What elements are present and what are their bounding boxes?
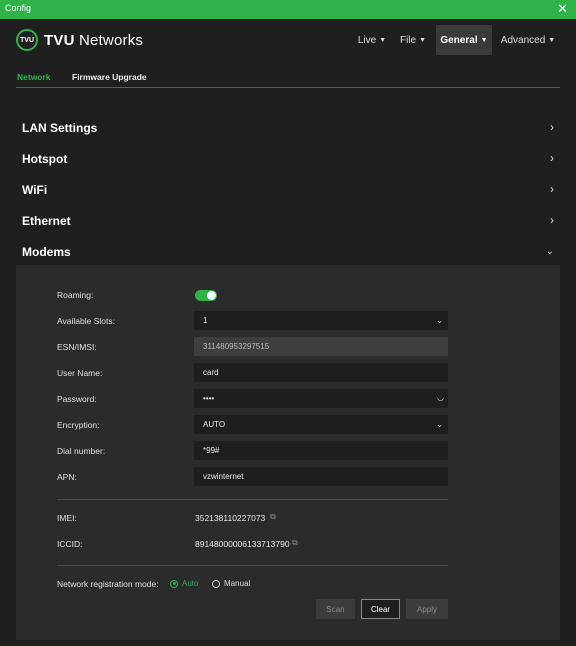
section-label: LAN Settings xyxy=(22,121,98,135)
chevron-down-icon: ⌄ xyxy=(436,316,443,325)
chevron-down-icon: ⌄ xyxy=(436,420,443,429)
encryption-label: Encryption: xyxy=(57,420,100,430)
caret-down-icon: ▼ xyxy=(419,36,427,44)
user-name-input[interactable]: card xyxy=(194,363,448,382)
section-label: Ethernet xyxy=(22,214,71,228)
logo-badge-icon: TVU xyxy=(16,29,38,51)
window-titlebar: Config ✕ xyxy=(0,0,576,19)
menu-live[interactable]: Live ▼ xyxy=(352,25,392,55)
eye-closed-icon[interactable]: ◡ xyxy=(437,388,444,407)
section-label: WiFi xyxy=(22,183,48,197)
iccid-label: ICCID: xyxy=(57,539,83,549)
app-header: TVU TVU Networks Live ▼ File ▼ General ▼ Ad… xyxy=(0,19,576,63)
roaming-label: Roaming: xyxy=(57,290,94,300)
copy-icon[interactable]: ⧉ xyxy=(292,538,298,548)
password-label: Password: xyxy=(57,394,97,404)
iccid-value: 89148000006133713790 xyxy=(195,539,290,549)
clear-button[interactable]: Clear xyxy=(361,599,400,619)
esn-imsi-label: ESN/IMSI: xyxy=(57,342,97,352)
copy-icon[interactable]: ⧉ xyxy=(270,512,276,522)
available-slots-select[interactable]: 1 ⌄ xyxy=(194,311,448,330)
chevron-down-icon: ⌄ xyxy=(545,246,554,257)
chevron-right-icon: › xyxy=(550,213,554,227)
window-title: Config xyxy=(5,3,32,13)
user-name-label: User Name: xyxy=(57,368,103,378)
toggle-knob xyxy=(207,291,216,300)
brand-logo: TVU TVU Networks xyxy=(16,28,143,52)
caret-down-icon: ▼ xyxy=(379,36,387,44)
menu-advanced[interactable]: Advanced ▼ xyxy=(498,25,558,55)
menu-general[interactable]: General ▼ xyxy=(436,25,492,55)
section-ethernet[interactable]: Ethernet › xyxy=(16,206,560,236)
dial-number-input[interactable]: *99# xyxy=(194,441,448,460)
close-icon[interactable]: ✕ xyxy=(557,1,568,16)
brand-name: TVU Networks xyxy=(44,31,144,49)
tab-firmware-upgrade[interactable]: Firmware Upgrade xyxy=(72,72,147,82)
chevron-right-icon: › xyxy=(550,151,554,165)
encryption-select[interactable]: AUTO ⌄ xyxy=(194,415,448,434)
section-lan-settings[interactable]: LAN Settings › xyxy=(16,113,560,143)
password-input[interactable]: •••• ◡ xyxy=(194,389,448,408)
section-modems[interactable]: Modems ⌄ xyxy=(16,237,560,267)
registration-mode-label: Network registration mode: xyxy=(57,579,159,589)
apn-label: APN: xyxy=(57,472,77,482)
radio-auto[interactable]: Auto xyxy=(170,579,198,588)
caret-down-icon: ▼ xyxy=(480,36,488,44)
imei-label: IMEI: xyxy=(57,513,77,523)
tab-network[interactable]: Network xyxy=(17,72,51,82)
esn-imsi-field: 311480953297515 xyxy=(194,337,448,356)
divider xyxy=(57,499,448,500)
available-slots-label: Available Slots: xyxy=(57,316,115,326)
section-label: Modems xyxy=(22,245,71,259)
apn-input[interactable]: vzwinternet xyxy=(194,467,448,486)
radio-empty-icon xyxy=(212,579,220,588)
section-hotspot[interactable]: Hotspot › xyxy=(16,144,560,174)
imei-value: 352138110227073 xyxy=(195,513,266,523)
section-wifi[interactable]: WiFi › xyxy=(16,175,560,205)
roaming-toggle[interactable] xyxy=(195,290,217,301)
section-label: Hotspot xyxy=(22,152,68,166)
tab-bar: Network Firmware Upgrade xyxy=(0,63,576,88)
dial-number-label: Dial number: xyxy=(57,446,106,456)
apply-button[interactable]: Apply xyxy=(406,599,448,619)
menu-file[interactable]: File ▼ xyxy=(396,25,430,55)
chevron-right-icon: › xyxy=(550,182,554,196)
chevron-right-icon: › xyxy=(550,120,554,134)
scan-button[interactable]: Scan xyxy=(316,599,355,619)
tab-divider xyxy=(16,87,560,88)
caret-down-icon: ▼ xyxy=(548,36,556,44)
radio-manual[interactable]: Manual xyxy=(212,579,250,588)
divider xyxy=(57,565,448,566)
radio-selected-icon xyxy=(170,579,178,588)
